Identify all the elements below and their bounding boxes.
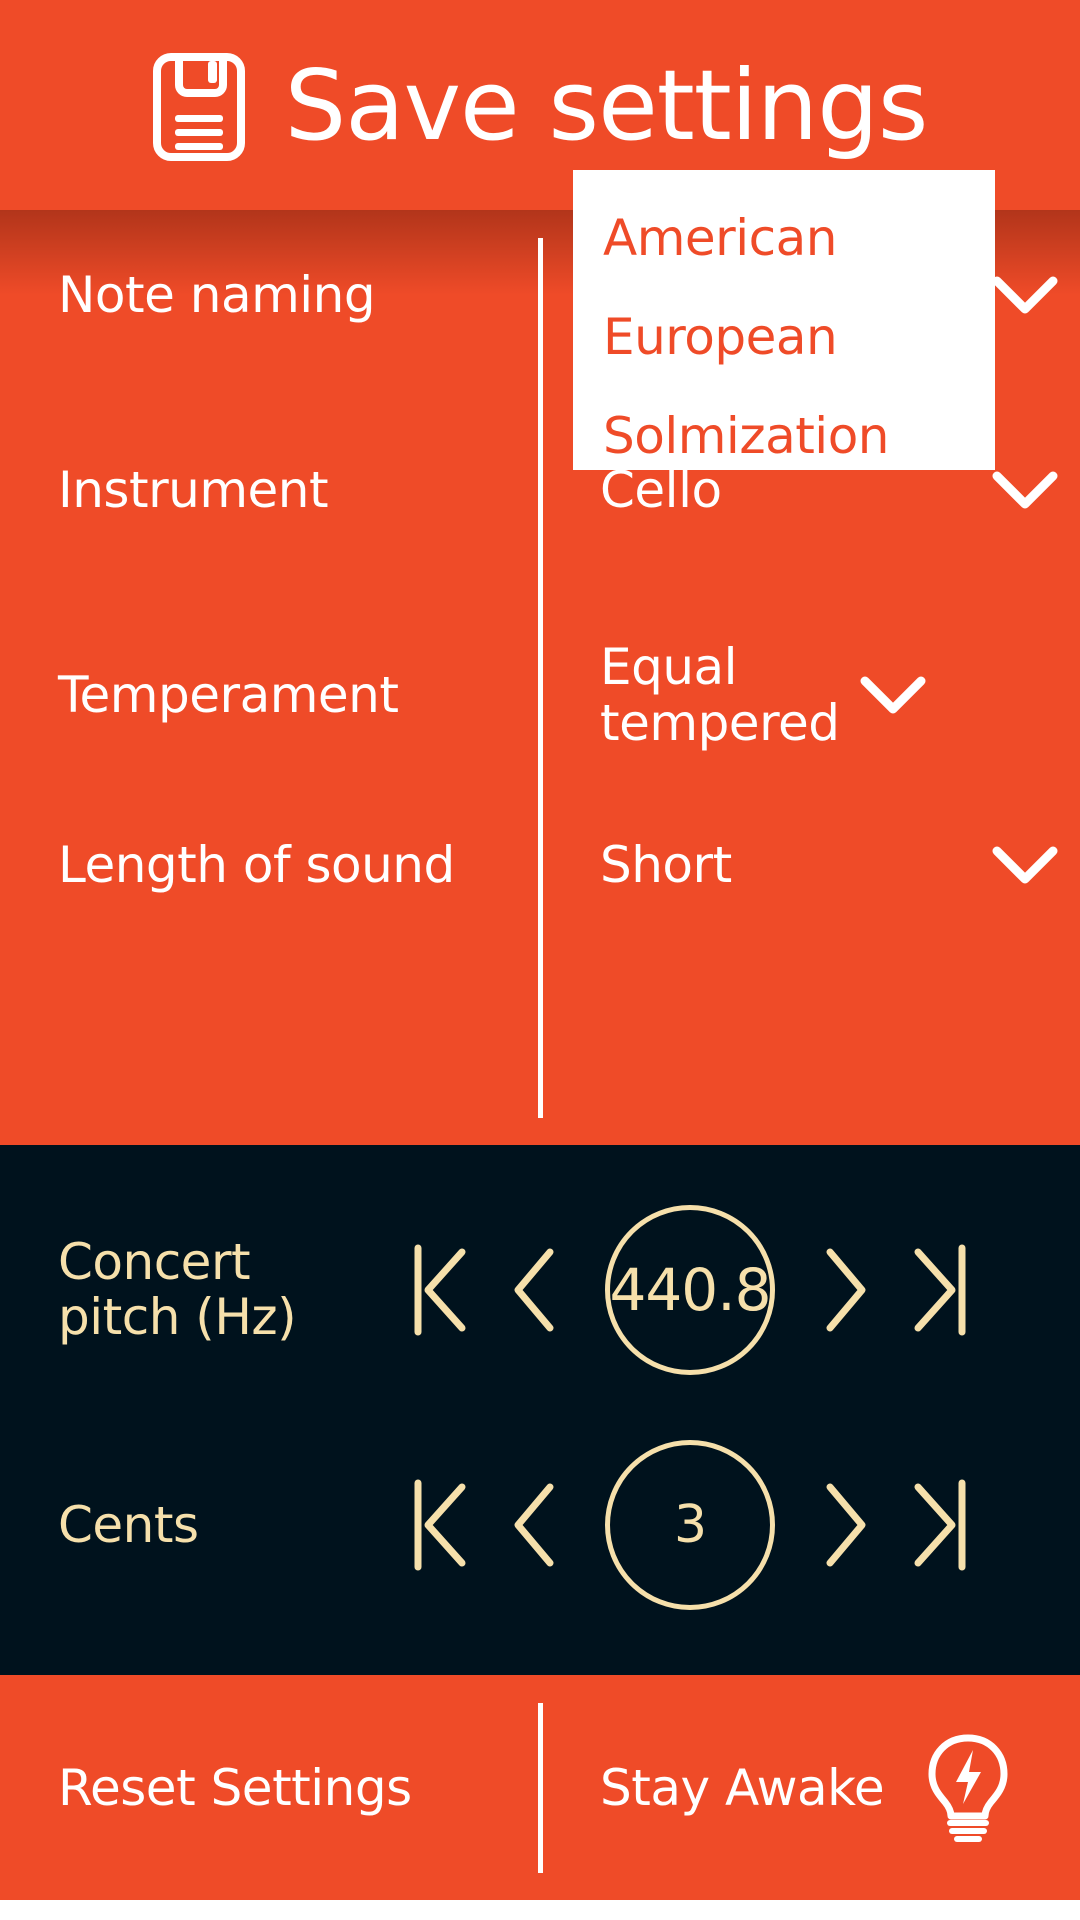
dropdown-option-solmization[interactable]: Solmization — [573, 386, 995, 485]
cents-value[interactable]: 3 — [605, 1440, 775, 1610]
setting-value-temperament[interactable]: Equal tempered — [538, 639, 840, 751]
dropdown-option-american[interactable]: American — [573, 188, 995, 287]
setting-row-temperament[interactable]: Temperament Equal tempered — [0, 600, 1080, 790]
cents-label: Cents — [58, 1495, 199, 1554]
dropdown-option-european[interactable]: European — [573, 287, 995, 386]
numeric-settings-panel: Concert pitch (Hz) 440.8 Cents 3 — [0, 1145, 1080, 1675]
stay-awake-label: Stay Awake — [600, 1758, 885, 1817]
chevron-right-icon-pitch[interactable] — [797, 1235, 893, 1345]
bottom-system-bar — [0, 1900, 1080, 1920]
lightbulb-bolt-icon — [928, 1734, 1008, 1842]
setting-label-instrument: Instrument — [58, 461, 329, 519]
chevron-left-icon-cents[interactable] — [487, 1470, 583, 1580]
setting-label-length-of-sound: Length of sound — [58, 836, 455, 894]
settings-panel: Note naming American Instrument Cello Te… — [0, 170, 1080, 1145]
stay-awake-button[interactable]: Stay Awake — [538, 1732, 1080, 1844]
skip-to-last-icon-cents[interactable] — [893, 1470, 989, 1580]
settings-screen: Save settings Note naming American Instr… — [0, 0, 1080, 1920]
cents-row: Cents 3 — [0, 1400, 1080, 1650]
footer-vertical-divider — [538, 1703, 543, 1873]
note-naming-dropdown-menu[interactable]: American European Solmization — [573, 170, 995, 470]
concert-pitch-value[interactable]: 440.8 — [605, 1205, 775, 1375]
setting-label-note-naming: Note naming — [58, 266, 376, 324]
setting-row-length-of-sound[interactable]: Length of sound Short — [0, 800, 1080, 930]
chevron-down-icon-temperament[interactable] — [838, 673, 948, 717]
skip-to-first-icon-pitch[interactable] — [391, 1235, 487, 1345]
reset-settings-label: Reset Settings — [58, 1758, 412, 1817]
chevron-right-icon-cents[interactable] — [797, 1470, 893, 1580]
chevron-down-icon-length-of-sound[interactable] — [970, 843, 1080, 887]
settings-footer: Reset Settings Stay Awake — [0, 1675, 1080, 1900]
floppy-disk-save-icon — [152, 53, 245, 161]
concert-pitch-label: Concert pitch (Hz) — [58, 1233, 297, 1346]
setting-value-length-of-sound[interactable]: Short — [538, 837, 970, 893]
chevron-left-icon-pitch[interactable] — [487, 1235, 583, 1345]
concert-pitch-row: Concert pitch (Hz) 440.8 — [0, 1165, 1080, 1415]
reset-settings-button[interactable]: Reset Settings — [0, 1759, 538, 1817]
page-title: Save settings — [284, 48, 929, 162]
skip-to-last-icon-pitch[interactable] — [893, 1235, 989, 1345]
setting-label-temperament: Temperament — [58, 666, 399, 724]
cents-stepper: 3 — [300, 1440, 1080, 1610]
skip-to-first-icon-cents[interactable] — [391, 1470, 487, 1580]
concert-pitch-stepper: 440.8 — [300, 1205, 1080, 1375]
